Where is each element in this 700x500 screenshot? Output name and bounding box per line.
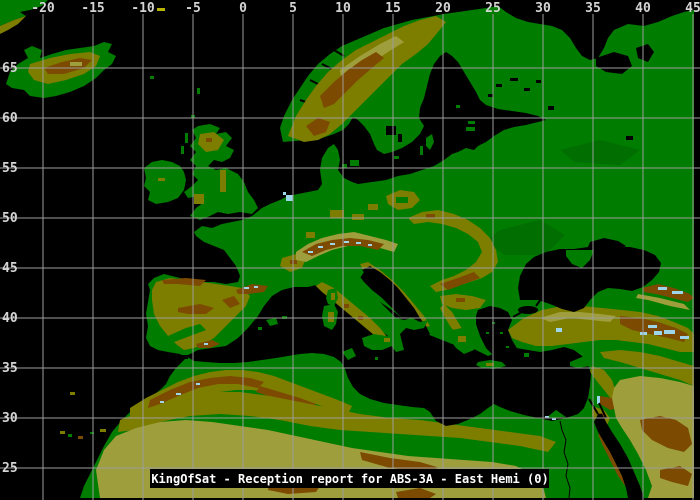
latitude-labels: 65 60 55 50 45 40 35 30 25 xyxy=(2,61,18,476)
wales-mountains xyxy=(194,194,204,204)
map-title: KingOfSat - Reception report for ABS-3A … xyxy=(151,472,548,486)
islands-canary xyxy=(60,431,65,434)
lake-vanern xyxy=(386,126,396,135)
island-saaremaa xyxy=(466,127,475,131)
lat-tick-label: 60 xyxy=(2,111,18,126)
lon-tick-label: 35 xyxy=(585,1,601,16)
lat-tick-label: 40 xyxy=(2,311,18,326)
lake-vattern xyxy=(398,134,402,142)
title-bar: KingOfSat - Reception report for ABS-3A … xyxy=(150,469,549,488)
lat-tick-label: 25 xyxy=(2,461,18,476)
island-madeira xyxy=(70,392,75,395)
pennines xyxy=(220,170,226,192)
island-zealand xyxy=(350,160,359,166)
island-malta xyxy=(375,357,378,360)
strait-of-gibraltar xyxy=(178,355,188,359)
lon-tick-label: 10 xyxy=(335,1,351,16)
island-oland xyxy=(420,146,423,155)
lat-tick-label: 55 xyxy=(2,161,18,176)
lat-tick-label: 50 xyxy=(2,211,18,226)
island-bornholm xyxy=(394,156,399,159)
lon-tick-label: -15 xyxy=(81,1,104,16)
reception-map-screenshot: -20 -15 -10 -5 0 5 10 15 20 25 30 35 40 45 65 60 55 50 45… xyxy=(0,0,700,500)
lat-tick-label: 45 xyxy=(2,261,18,276)
lake-peipus xyxy=(504,116,510,124)
lat-tick-label: 30 xyxy=(2,411,18,426)
lon-tick-label: -10 xyxy=(131,1,155,16)
island-faroe xyxy=(150,76,154,79)
map-edge-void xyxy=(695,0,700,185)
lat-tick-label: 35 xyxy=(2,361,18,376)
lon-tick-label: -5 xyxy=(185,1,201,16)
netherlands-below-sea-level xyxy=(286,195,293,201)
lon-tick-label: 25 xyxy=(485,1,501,16)
lon-tick-label: 45 xyxy=(685,1,700,16)
lon-tick-label: 40 xyxy=(635,1,651,16)
lon-tick-label: 30 xyxy=(535,1,551,16)
lon-tick-label: 20 xyxy=(435,1,451,16)
lon-tick-label: 15 xyxy=(385,1,401,16)
lon-tick-label: 5 xyxy=(289,1,297,16)
lon-tick-label: -20 xyxy=(31,1,55,16)
island-shetland xyxy=(197,88,200,94)
island-hebrides xyxy=(185,133,188,143)
lake-ilmen xyxy=(548,106,554,110)
terrain-map: -20 -15 -10 -5 0 5 10 15 20 25 30 35 40 45 65 60 55 50 45… xyxy=(0,0,700,500)
island-rhodes xyxy=(524,353,529,357)
lake-rybinsk xyxy=(626,136,633,140)
islands-aland xyxy=(456,105,460,108)
lon-tick-label: 0 xyxy=(239,1,247,16)
island-hiiumaa xyxy=(468,121,475,124)
artifact-dash xyxy=(157,8,165,11)
lat-tick-label: 65 xyxy=(2,61,18,76)
